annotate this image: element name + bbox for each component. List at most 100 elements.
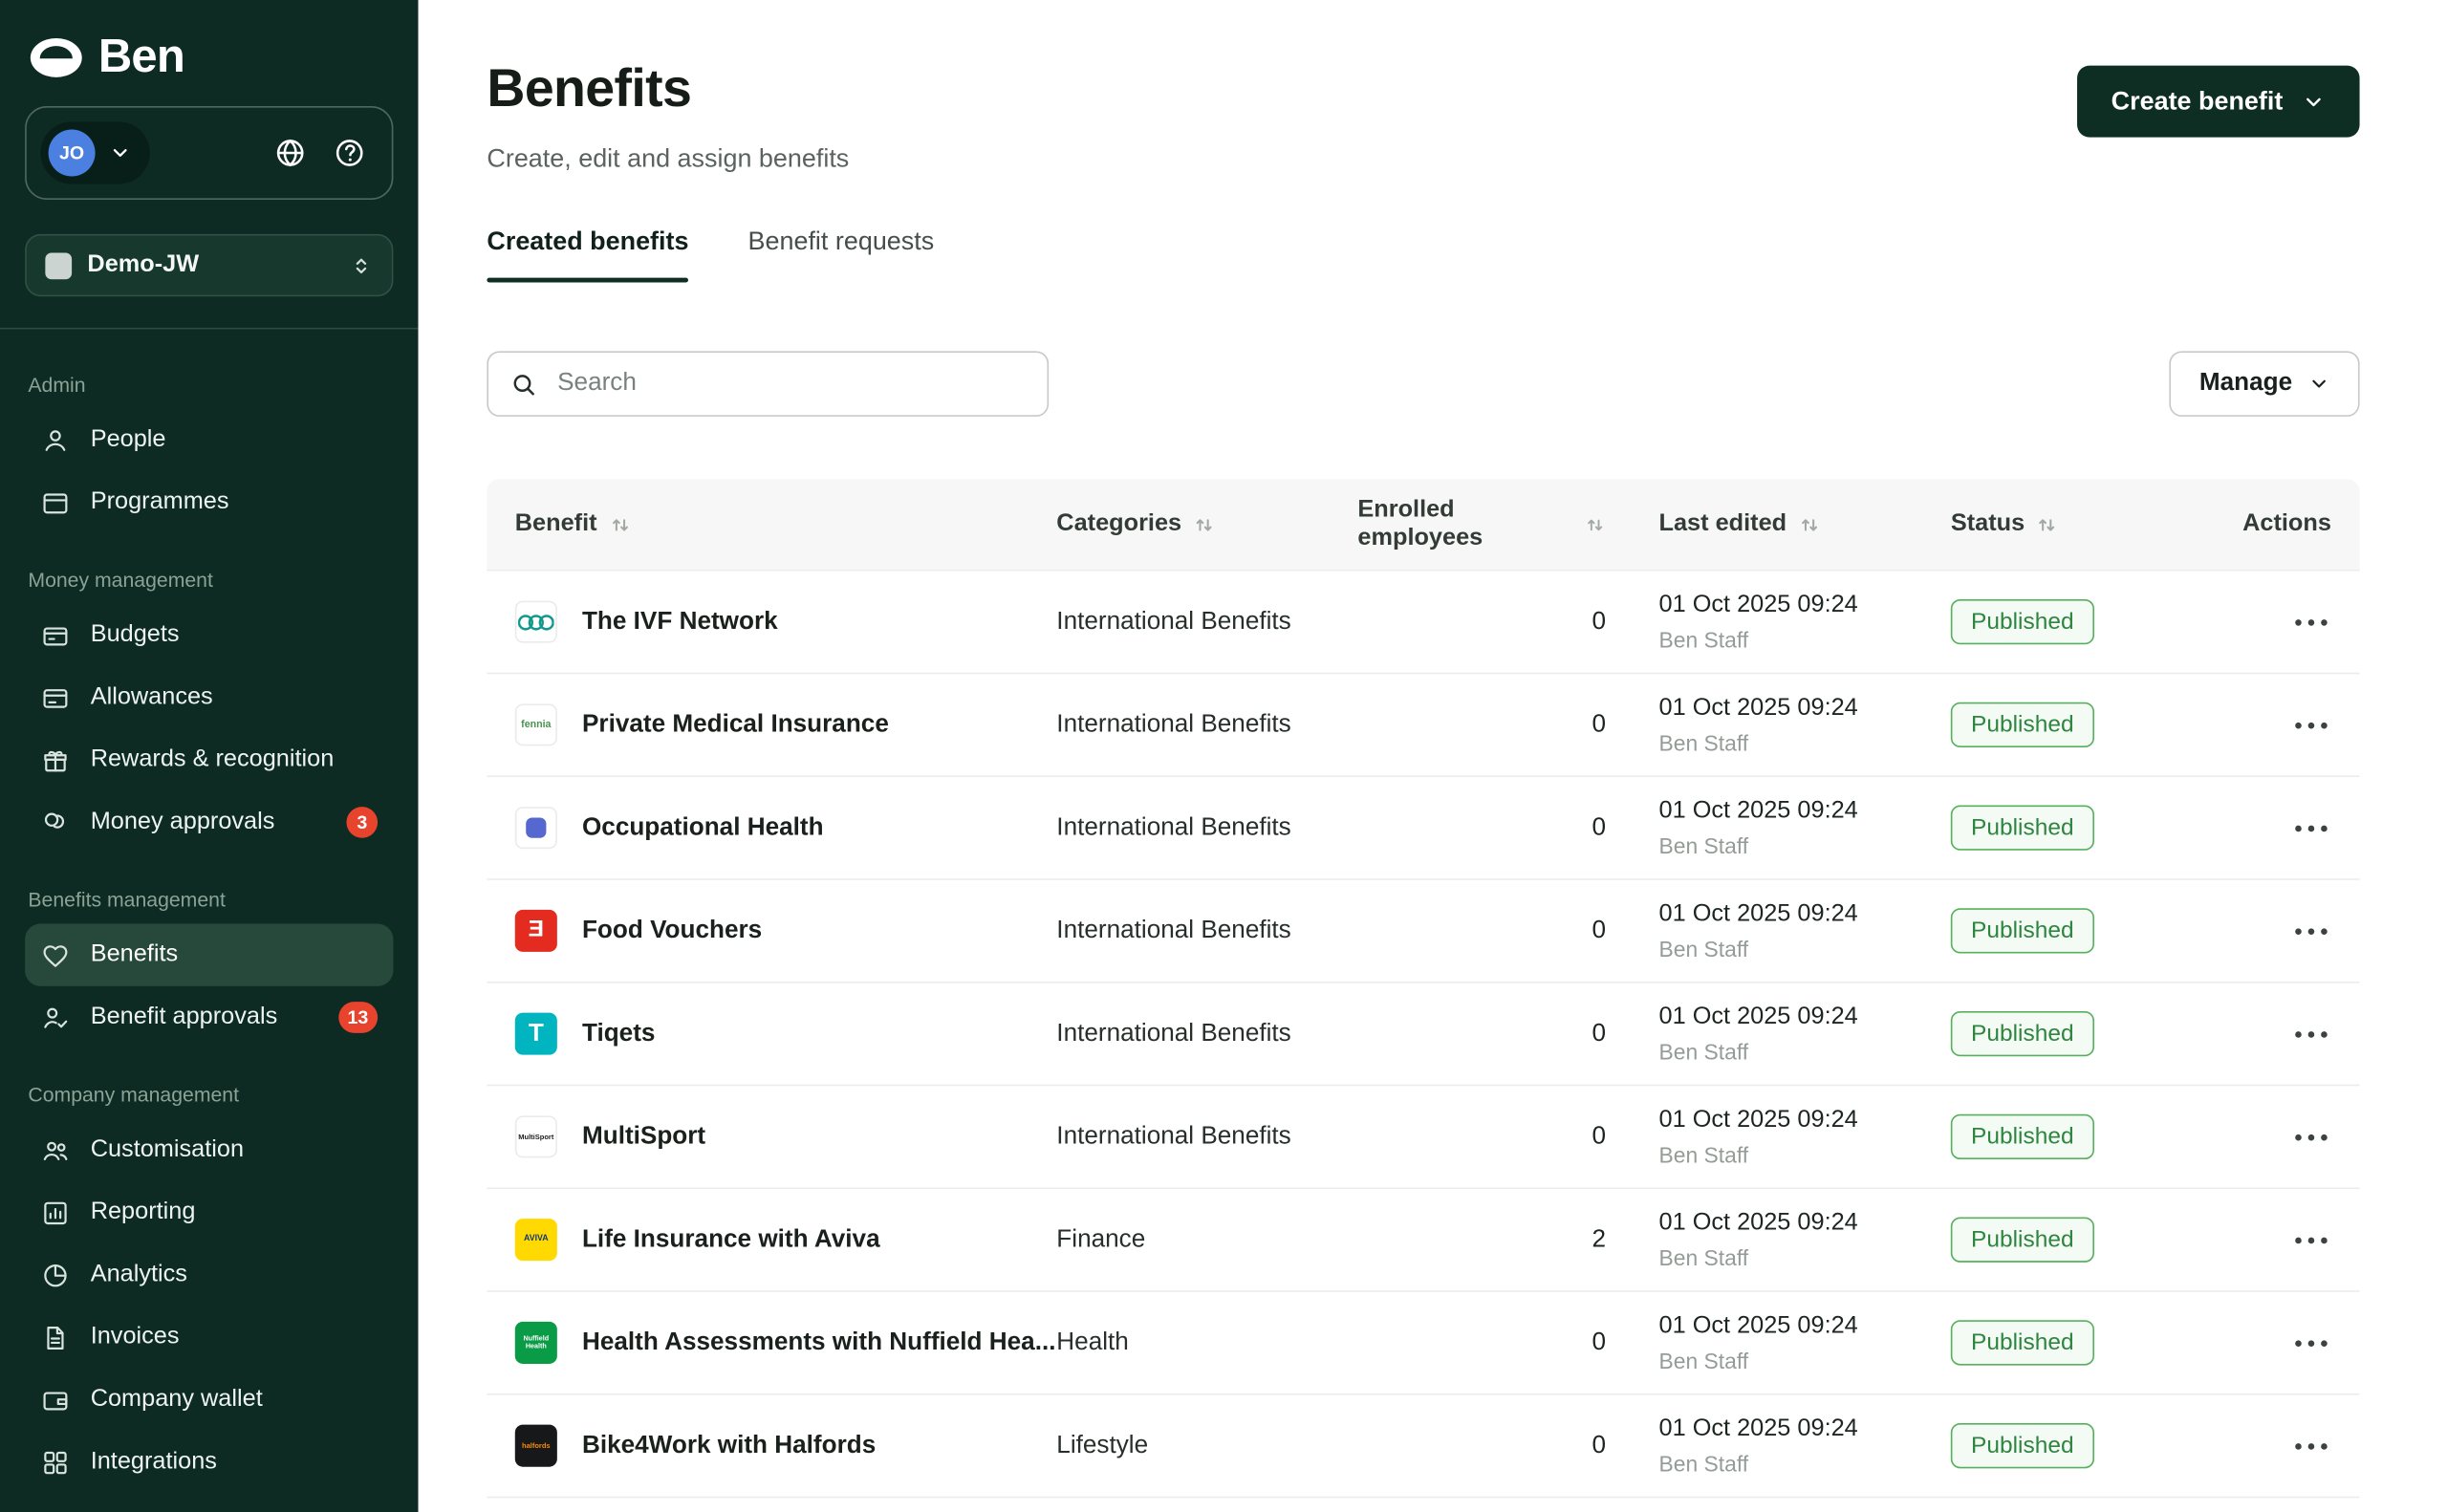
last-edited-cell: 01 Oct 2025 09:24Ben Staff [1659,1312,1951,1373]
status-badge: Published [1951,805,2094,850]
tab-created-benefits[interactable]: Created benefits [487,227,688,282]
create-benefit-button[interactable]: Create benefit [2077,66,2360,138]
benefit-category: Finance [1056,1225,1357,1253]
sidebar-item-rewards-recognition[interactable]: Rewards & recognition [25,728,393,790]
globe-icon[interactable] [273,136,308,170]
row-actions-button[interactable] [2290,1225,2330,1253]
user-menu[interactable]: JO [40,121,149,184]
nav-section-label: Benefits management [28,888,390,911]
sidebar-item-programmes[interactable]: Programmes [25,471,393,533]
row-actions-button[interactable] [2290,1432,2330,1459]
sidebar-item-benefit-approvals[interactable]: Benefit approvals13 [25,986,393,1048]
table-row[interactable]: Occupational Health International Benefit… [487,777,2359,880]
logo-text: halfords [520,1440,552,1452]
row-actions-button[interactable] [2290,917,2330,944]
sidebar-item-people[interactable]: People [25,409,393,471]
row-actions-button[interactable] [2290,1328,2330,1356]
last-edited-date: 01 Oct 2025 09:24 [1659,1209,1951,1237]
column-label: Last edited [1659,510,1787,538]
benefit-name: Occupational Health [582,813,824,841]
status-badge: Published [1951,908,2094,953]
table-row[interactable]: halfordsBike4Work with HalfordsLifestyle… [487,1395,2359,1499]
last-edited-by: Ben Staff [1659,730,1951,755]
enrolled-count: 0 [1357,1432,1658,1459]
workspace-name: Demo-JW [87,251,334,279]
table-row[interactable]: Nuffield HealthHealth Assessments with N… [487,1292,2359,1395]
row-actions-button[interactable] [2290,608,2330,636]
workspace-selector[interactable]: Demo-JW [25,234,393,296]
benefit-category: Health [1056,1328,1357,1356]
actions-cell [2242,1020,2359,1048]
benefit-name: Food Vouchers [582,917,762,944]
notification-badge: 3 [346,807,378,838]
logo-text: fennia [520,718,553,732]
sidebar-item-benefits[interactable]: Benefits [25,924,393,986]
table-row[interactable]: TTiqetsInternational Benefits001 Oct 202… [487,983,2359,1087]
sidebar-item-budgets[interactable]: Budgets [25,604,393,666]
last-edited-date: 01 Oct 2025 09:24 [1659,797,1951,825]
sidebar-item-label: Customisation [91,1136,244,1164]
up-down-chevrons-icon [350,253,373,276]
help-icon[interactable] [333,136,367,170]
table-row[interactable]: AVIVALife Insurance with AvivaFinance201… [487,1189,2359,1292]
chevron-down-icon [109,142,131,164]
benefit-cell: fenniaPrivate Medical Insurance [487,703,1056,745]
enrolled-count: 0 [1357,1328,1658,1356]
benefit-cell: Occupational Health [487,807,1056,849]
sidebar-item-invoices[interactable]: Invoices [25,1307,393,1369]
sort-icon [1584,512,1606,535]
table-body: The IVF NetworkInternational Benefits001… [487,572,2359,1499]
benefit-cell: The IVF Network [487,601,1056,643]
person-icon [40,425,70,455]
table-row[interactable]: ƎFood VouchersInternational Benefits001 … [487,880,2359,983]
benefit-logo: halfords [515,1425,557,1467]
benefit-cell: TTiqets [487,1013,1056,1055]
row-actions-button[interactable] [2290,1123,2330,1151]
column-header-enrolled-employees[interactable]: Enrolled employees [1357,496,1658,552]
table-row[interactable]: The IVF NetworkInternational Benefits001… [487,572,2359,675]
row-actions-button[interactable] [2290,1020,2330,1048]
benefit-cell: AVIVALife Insurance with Aviva [487,1219,1056,1261]
sidebar-item-customisation[interactable]: Customisation [25,1119,393,1181]
sidebar-item-company-wallet[interactable]: Company wallet [25,1369,393,1431]
benefit-category: International Benefits [1056,813,1357,841]
page-title: Benefits [487,59,849,120]
column-header-status[interactable]: Status [1951,510,2242,538]
window-icon [40,487,70,517]
table-row[interactable]: MultiSportMultiSportInternational Benefi… [487,1086,2359,1189]
benefit-cell: MultiSportMultiSport [487,1115,1056,1157]
benefit-name: Bike4Work with Halfords [582,1432,876,1459]
status-badge: Published [1951,1320,2094,1365]
ellipsis-icon [2294,1441,2328,1451]
actions-cell [2242,1432,2359,1459]
actions-cell [2242,1123,2359,1151]
tab-benefit-requests[interactable]: Benefit requests [748,227,935,282]
sidebar-item-label: Analytics [91,1261,187,1288]
manage-button[interactable]: Manage [2170,351,2359,417]
nav-section-label: Company management [28,1083,390,1106]
row-actions-button[interactable] [2290,711,2330,739]
table-row[interactable]: fenniaPrivate Medical InsuranceInternati… [487,674,2359,777]
sidebar-item-integrations[interactable]: Integrations [25,1431,393,1493]
sidebar-item-label: Invoices [91,1323,180,1350]
people-icon [40,1135,70,1165]
benefit-logo: Nuffield Health [515,1322,557,1364]
last-edited-by: Ben Staff [1659,1349,1951,1373]
sidebar-item-analytics[interactable]: Analytics [25,1243,393,1306]
sidebar-item-money-approvals[interactable]: Money approvals3 [25,791,393,853]
toolbar: Manage [487,351,2359,417]
sidebar-item-reporting[interactable]: Reporting [25,1181,393,1243]
search-box [487,351,1049,417]
column-header-categories[interactable]: Categories [1056,510,1357,538]
logo-text: Ǝ [527,917,546,945]
actions-cell [2242,1328,2359,1356]
sidebar-item-allowances[interactable]: Allowances [25,666,393,728]
last-edited-cell: 01 Oct 2025 09:24Ben Staff [1659,1415,1951,1477]
logo-text: T [527,1019,545,1049]
search-input[interactable] [554,368,1026,400]
row-actions-button[interactable] [2290,813,2330,841]
column-header-benefit[interactable]: Benefit [487,510,1056,538]
ellipsis-icon [2294,823,2328,832]
actions-cell [2242,813,2359,841]
column-header-last-edited[interactable]: Last edited [1659,510,1951,538]
